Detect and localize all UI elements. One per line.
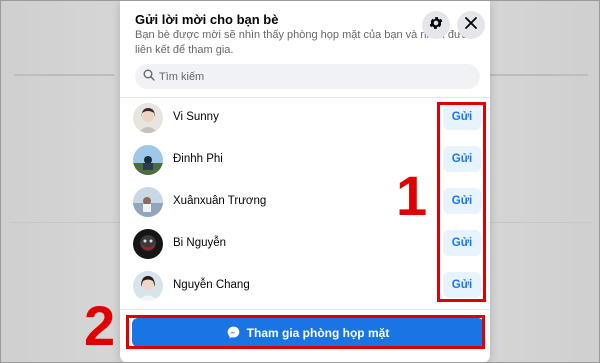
send-invite-button[interactable]: Gửi xyxy=(443,188,481,214)
avatar xyxy=(133,187,163,217)
divider xyxy=(120,309,490,310)
join-room-button[interactable]: Tham gia phòng họp mặt xyxy=(132,318,484,347)
step-marker-1: 1 xyxy=(396,164,428,227)
search-icon xyxy=(143,68,155,86)
background-divider xyxy=(486,222,591,223)
friend-row: Nguyễn Chang Gửi xyxy=(120,265,490,307)
friend-row: Vi Sunny Gửi xyxy=(120,97,490,139)
send-invite-button[interactable]: Gửi xyxy=(443,104,481,130)
close-icon xyxy=(464,16,478,35)
background-divider xyxy=(488,74,588,76)
friend-row: Đinhh Phi Gửi xyxy=(120,139,490,181)
friend-name: Đinhh Phi xyxy=(173,153,223,165)
join-room-label: Tham gia phòng họp mặt xyxy=(246,325,390,340)
friend-name: Vi Sunny xyxy=(173,111,219,123)
search-box[interactable] xyxy=(135,64,480,89)
dialog-subtitle: Bạn bè được mời sẽ nhìn thấy phòng họp m… xyxy=(135,29,469,56)
avatar xyxy=(133,145,163,175)
gear-icon xyxy=(428,15,444,36)
friend-row: Xuânxuân Trương Gửi xyxy=(120,181,490,223)
step-marker-2: 2 xyxy=(84,294,116,357)
invite-friends-dialog: Gửi lời mời cho bạn bè Bạn bè được mời s… xyxy=(120,0,490,363)
settings-button[interactable] xyxy=(422,11,450,39)
avatar xyxy=(133,103,163,133)
friend-name: Nguyễn Chang xyxy=(173,279,250,291)
send-invite-button[interactable]: Gửi xyxy=(443,146,481,172)
friend-name: Bi Nguyễn xyxy=(173,237,227,249)
search-input[interactable] xyxy=(159,70,459,83)
friend-list: Vi Sunny Gửi Đinhh Phi Gửi Xuânxuân Trươ… xyxy=(120,97,490,307)
send-invite-button[interactable]: Gửi xyxy=(443,272,481,298)
messenger-icon xyxy=(227,326,240,339)
avatar xyxy=(133,229,163,259)
send-invite-button[interactable]: Gửi xyxy=(443,230,481,256)
close-button[interactable] xyxy=(457,11,485,39)
background-divider xyxy=(10,222,120,223)
dialog-title: Gửi lời mời cho bạn bè xyxy=(135,12,279,27)
background-divider xyxy=(14,74,114,76)
friend-row: Bi Nguyễn Gửi xyxy=(120,223,490,265)
friend-name: Xuânxuân Trương xyxy=(173,195,267,207)
avatar xyxy=(133,271,163,301)
